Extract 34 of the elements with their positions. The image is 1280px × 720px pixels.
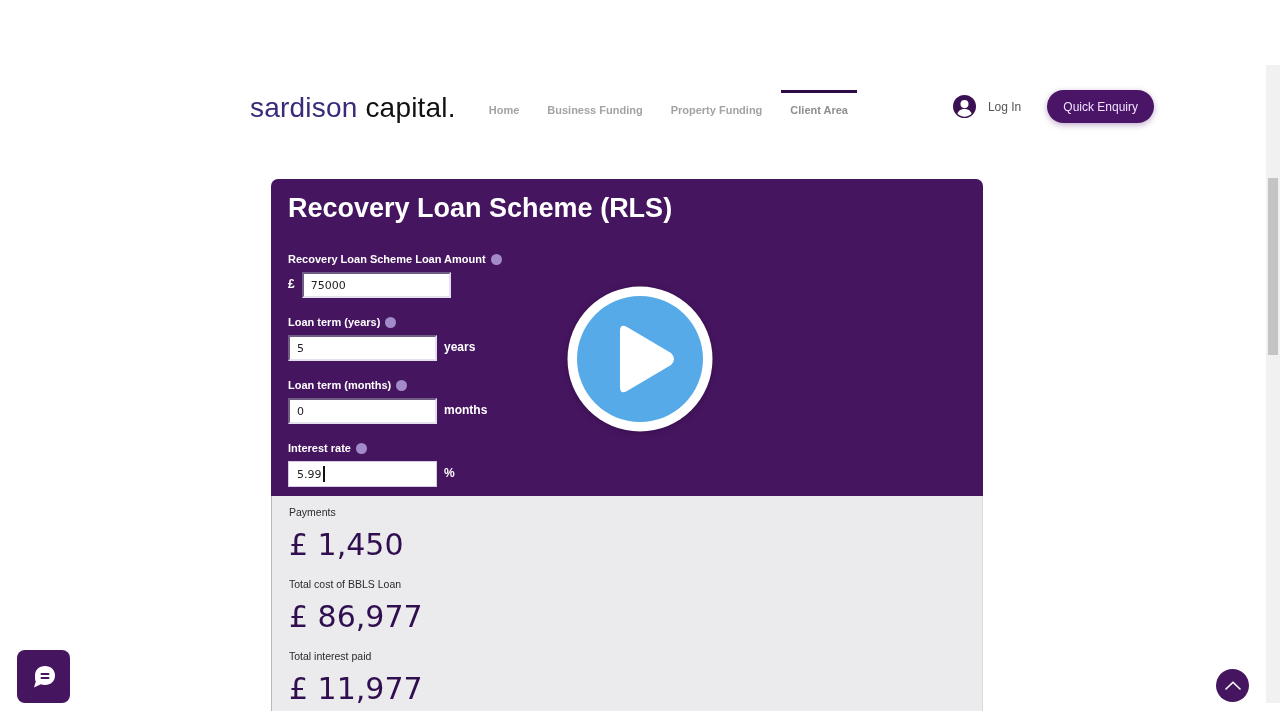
scrollbar[interactable] — [1266, 65, 1280, 703]
result-value: £ 86,977 — [289, 599, 423, 635]
unit-label: months — [444, 402, 488, 417]
unit-label: % — [444, 465, 455, 480]
quick-enquiry-button[interactable]: Quick Enquiry — [1047, 90, 1154, 123]
chat-button[interactable] — [17, 650, 70, 703]
scrollbar-thumb[interactable] — [1268, 178, 1278, 355]
dot-icon — [356, 443, 367, 454]
field-label: Recovery Loan Scheme Loan Amount — [288, 253, 486, 266]
currency-symbol: £ — [288, 276, 295, 291]
dot-icon — [490, 254, 502, 265]
field-label: Loan term (months) — [288, 379, 392, 392]
result-label: Payments — [289, 505, 336, 519]
play-button-icon[interactable] — [567, 286, 713, 432]
field-label: Interest rate — [288, 442, 351, 455]
input-field[interactable]: 0 — [288, 398, 437, 424]
result-value: £ 11,977 — [289, 671, 423, 707]
result-label: Total interest paid — [289, 649, 372, 663]
dot-icon — [385, 317, 397, 328]
dot-icon — [396, 380, 408, 391]
chat-bubble-icon — [31, 665, 56, 688]
calculator-title: Recovery Loan Scheme (RLS) — [288, 193, 673, 223]
user-avatar-icon — [952, 95, 976, 118]
back-to-top-button[interactable] — [1216, 669, 1249, 702]
login-button[interactable]: Log In — [952, 95, 1022, 118]
input-field[interactable]: 5 — [288, 335, 437, 361]
input-field[interactable]: 75000 — [301, 272, 451, 298]
result-value: £ 1,450 — [289, 527, 404, 563]
unit-label: years — [444, 339, 476, 354]
result-label: Total cost of BBLS Loan — [289, 577, 402, 591]
field-label: Loan term (years) — [288, 316, 381, 329]
input-field[interactable]: 5.99 — [288, 461, 437, 487]
chevron-up-icon — [1224, 681, 1241, 690]
logo[interactable]: sardison capital. — [250, 92, 456, 124]
